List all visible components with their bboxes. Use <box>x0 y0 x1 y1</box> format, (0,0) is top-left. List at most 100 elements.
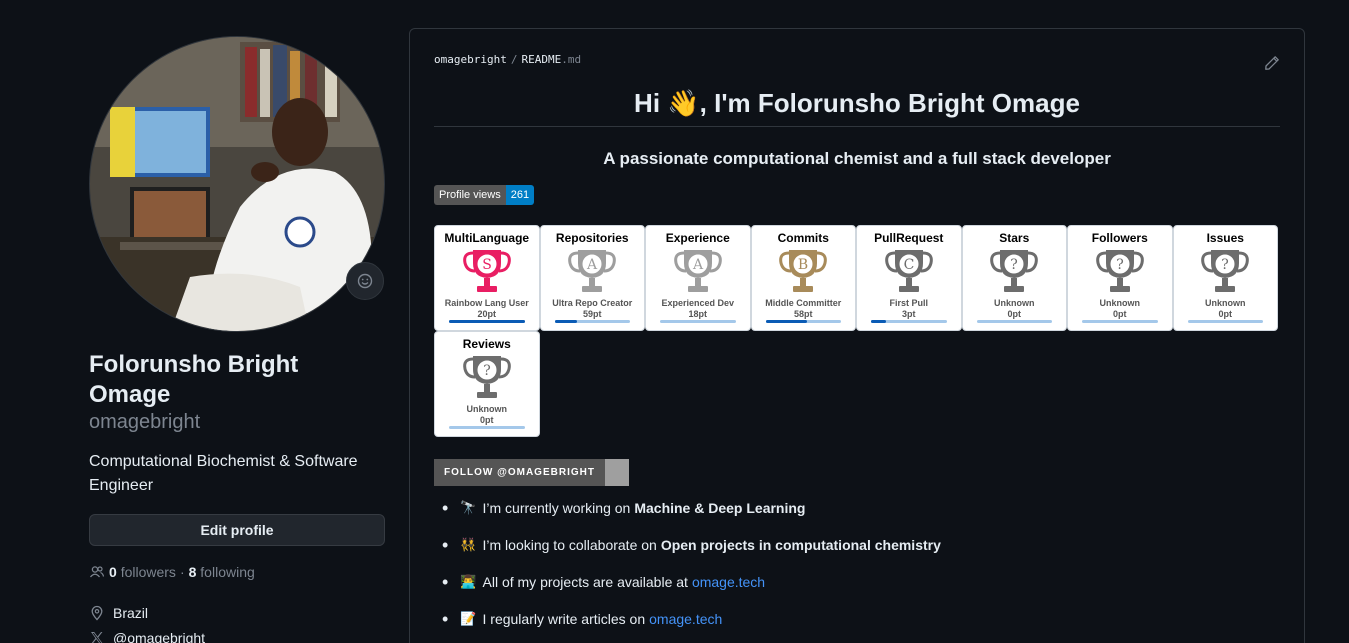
trophy-card: Stars? Unknown 0pt <box>961 225 1067 331</box>
set-status-button[interactable] <box>346 262 384 300</box>
trophy-cup-icon: A <box>673 250 722 292</box>
trophy-points: 0pt <box>1007 309 1022 319</box>
trophy-points: 0pt <box>480 415 494 425</box>
list-item: 👨‍💻 All of my projects are available atom… <box>442 572 1280 592</box>
bullet-highlight: Machine & Deep Learning <box>634 500 806 516</box>
trophy-points: 20pt <box>477 309 496 319</box>
list-item: 📝 I regularly write articles onomage.tech <box>442 609 1280 629</box>
trophy-cup-icon: S <box>462 250 511 292</box>
svg-text:?: ? <box>1221 257 1229 273</box>
readme-heading: Hi 👋, I'm Folorunsho Bright Omage <box>434 86 1280 127</box>
svg-text:S: S <box>482 257 492 273</box>
readme-subheading: A passionate computational chemist and a… <box>603 149 1111 168</box>
readme-breadcrumb: omagebright / README.md <box>434 53 1280 66</box>
location-row: Brazil <box>89 600 385 625</box>
bullet-emoji: 👨‍💻 <box>460 574 477 589</box>
location-icon <box>91 605 103 620</box>
readme-owner-link[interactable]: omagebright <box>434 53 507 66</box>
path-separator: / <box>510 53 518 66</box>
trophy-title: MultiLanguage <box>444 231 530 245</box>
svg-text:?: ? <box>1010 257 1018 273</box>
trophy-points: 18pt <box>688 309 707 319</box>
trophy-rank: Unknown <box>1205 298 1246 308</box>
trophy-progress-fill <box>449 320 525 323</box>
avatar-photo <box>90 37 384 331</box>
svg-text:?: ? <box>1116 257 1124 273</box>
trophy-cup-icon: B <box>779 250 828 292</box>
trophy-points: 0pt <box>1218 309 1233 319</box>
trophy-progress-fill <box>554 320 578 323</box>
profile-bio: Computational Biochemist & Software Engi… <box>89 453 358 494</box>
svg-text:?: ? <box>483 363 491 379</box>
trophy-rank: Unknown <box>994 298 1035 308</box>
trophy-points: 59pt <box>582 309 602 319</box>
x-twitter-icon <box>91 631 103 643</box>
bullet-text: I’m currently working on <box>482 500 631 516</box>
stats-separator: · <box>179 564 185 580</box>
profile-meta: Brazil @omagebright <box>89 600 385 643</box>
followers-link[interactable]: 0 followers <box>109 564 176 580</box>
list-item: 👯 I’m looking to collaborate onOpen proje… <box>442 535 1280 555</box>
trophy-title: Reviews <box>462 337 511 351</box>
bullet-text: I regularly write articles on <box>482 611 646 627</box>
edit-profile-button[interactable]: Edit profile <box>89 514 385 546</box>
trophy-cup-icon: C <box>884 250 933 292</box>
profile-username: omagebright <box>89 411 201 433</box>
avatar-wrapper <box>89 36 385 332</box>
bullet-emoji: 👯 <box>460 537 477 552</box>
trophy-cup-icon: ? <box>1095 250 1144 292</box>
svg-text:A: A <box>692 257 704 273</box>
trophy-progress-bar <box>976 320 1052 323</box>
trophy-card: Followers? Unknown 0pt <box>1067 225 1173 331</box>
follow-badge[interactable]: FOLLOW @OMAGEBRIGHT <box>434 459 629 486</box>
trophy-progress-fill <box>765 320 808 323</box>
trophy-rank: Rainbow Lang User <box>444 298 529 308</box>
trophy-title: Repositories <box>555 231 629 245</box>
trophy-rank: Unknown <box>466 404 508 414</box>
trophy-progress-bar <box>1187 320 1263 323</box>
trophy-cup-icon: ? <box>462 356 511 398</box>
trophy-progress-bar <box>1082 320 1158 323</box>
trophy-title: Experience <box>665 231 730 245</box>
trophy-progress-bar <box>765 320 841 323</box>
trophy-cup-icon: ? <box>990 250 1039 292</box>
trophy-title: Followers <box>1091 231 1148 245</box>
readme-card: omagebright / README.md Hi 👋, I'm Foloru… <box>409 28 1305 643</box>
trophy-title: PullRequest <box>874 231 944 245</box>
readme-filename: README.md <box>521 53 582 66</box>
following-link[interactable]: 8 following <box>189 564 255 580</box>
bullet-emoji: 📝 <box>460 611 477 626</box>
follow-badge-label: FOLLOW @OMAGEBRIGHT <box>434 459 605 486</box>
trophy-rank: Unknown <box>1099 298 1141 308</box>
twitter-row: @omagebright <box>89 625 385 643</box>
bullet-text: I’m looking to collaborate on <box>482 537 657 553</box>
trophy-progress-bar <box>449 426 525 429</box>
pencil-icon <box>1265 56 1279 70</box>
trophy-rank: Experienced Dev <box>661 298 735 308</box>
views-badge-label: Profile views <box>434 185 506 205</box>
trophy-progress-fill <box>871 320 887 323</box>
trophy-progress-bar <box>449 320 525 323</box>
trophy-card: MultiLanguage S Rainbow Lang User 20pt <box>434 225 540 331</box>
edit-readme-button[interactable] <box>1264 55 1280 76</box>
people-icon <box>89 566 105 578</box>
trophy-rank: Ultra Repo Creator <box>552 298 633 308</box>
avatar[interactable] <box>89 36 385 332</box>
trophy-points: 0pt <box>1113 309 1127 319</box>
trophy-cup-icon: ? <box>1201 250 1250 292</box>
twitter-link[interactable]: @omagebright <box>113 630 205 643</box>
bullet-text: All of my projects are available at <box>482 574 688 590</box>
smiley-icon <box>357 273 373 289</box>
trophy-card: PullRequest C First Pull 3pt <box>856 225 962 331</box>
trophy-grid[interactable]: MultiLanguage S Rainbow Lang User 20pt Repos… <box>434 225 1280 437</box>
bullet-link[interactable]: omage.tech <box>692 572 765 592</box>
trophy-progress-bar <box>554 320 630 323</box>
trophy-title: Issues <box>1206 231 1244 245</box>
about-list: 🔭 I’m currently working onMachine & Deep … <box>434 498 1280 629</box>
trophy-title: Stars <box>999 231 1030 245</box>
trophy-rank: Middle Committer <box>765 298 842 308</box>
bullet-link[interactable]: omage.tech <box>649 609 722 629</box>
trophy-title: Commits <box>777 231 829 245</box>
trophy-points: 58pt <box>793 309 813 319</box>
bullet-emoji: 🔭 <box>460 500 477 515</box>
